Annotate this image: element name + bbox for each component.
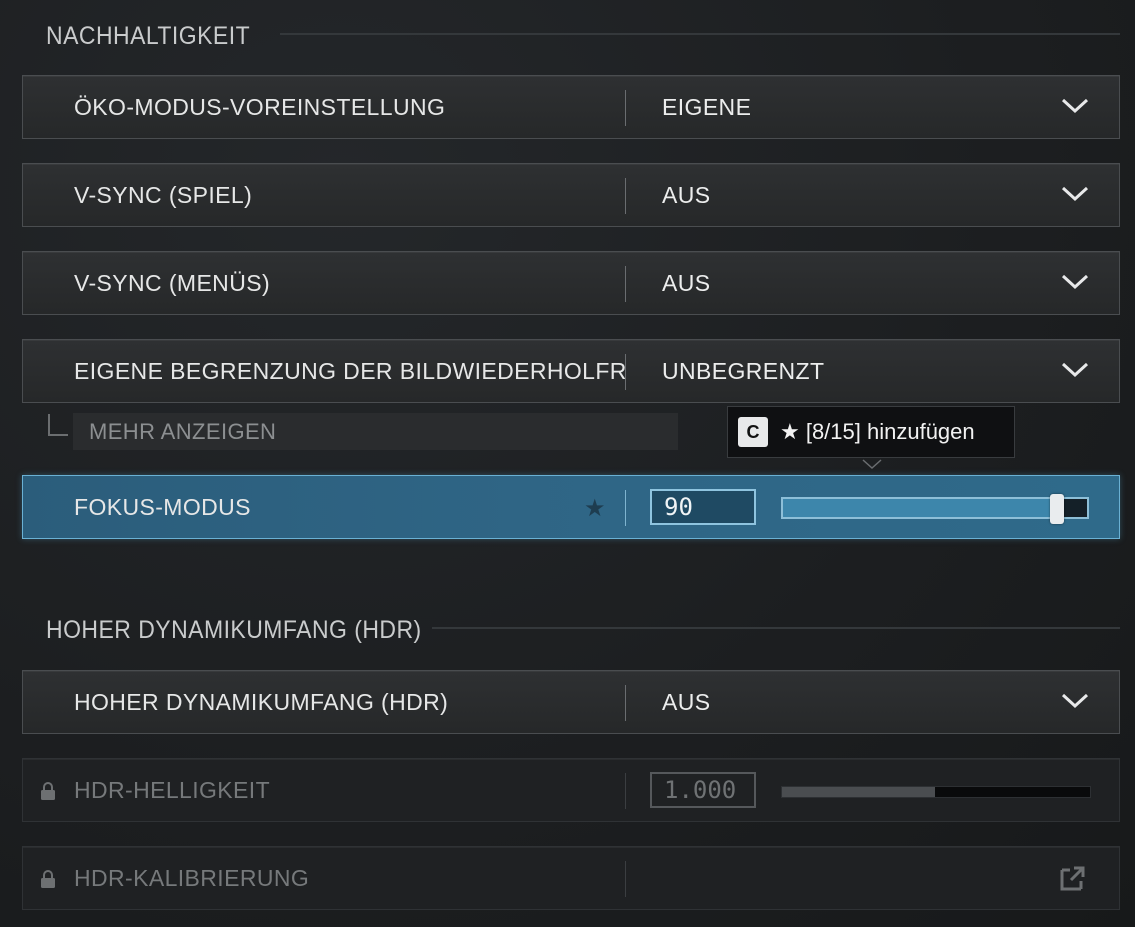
section-title-sustainability: NACHHALTIGKEIT — [46, 18, 250, 54]
setting-vsync-menus[interactable]: V-SYNC (MENÜS) AUS — [22, 251, 1120, 315]
setting-label: V-SYNC (SPIEL) — [74, 181, 253, 208]
row-divider — [625, 773, 626, 809]
section-divider — [432, 627, 1120, 629]
focus-mode-value-input[interactable]: 90 — [650, 489, 756, 525]
tree-corner-icon — [48, 414, 68, 436]
focus-mode-slider[interactable] — [781, 494, 1089, 524]
show-more-label: MEHR ANZEIGEN — [89, 418, 277, 444]
setting-label: ÖKO-MODUS-VOREINSTELLUNG — [74, 93, 446, 120]
row-divider — [625, 490, 626, 526]
key-hint: C — [738, 417, 768, 447]
slider-thumb[interactable] — [1049, 494, 1064, 524]
setting-hdr-calibration: HDR-KALIBRIERUNG — [22, 846, 1120, 910]
setting-label: FOKUS-MODUS — [74, 493, 251, 520]
setting-focus-mode[interactable]: FOKUS-MODUS ★ 90 — [22, 475, 1120, 539]
setting-label: EIGENE BEGRENZUNG DER BILDWIEDERHOLFR — [74, 357, 627, 384]
section-title-hdr: HOHER DYNAMIKUMFANG (HDR) — [46, 612, 422, 648]
setting-label: V-SYNC (MENÜS) — [74, 269, 271, 296]
show-more-button[interactable]: MEHR ANZEIGEN — [73, 413, 678, 450]
row-divider — [625, 266, 626, 302]
row-divider — [625, 354, 626, 390]
row-divider — [625, 861, 626, 897]
tooltip-text: ★ [8/15] hinzufügen — [780, 419, 975, 444]
chevron-down-icon[interactable] — [1061, 98, 1089, 114]
row-divider — [625, 90, 626, 126]
section-divider — [280, 33, 1120, 35]
setting-label: HDR-HELLIGKEIT — [74, 776, 271, 803]
setting-value: AUS — [662, 688, 711, 715]
setting-label: HDR-KALIBRIERUNG — [74, 864, 310, 891]
setting-value: AUS — [662, 181, 711, 208]
chevron-down-icon[interactable] — [1061, 274, 1089, 290]
slider-fill — [783, 499, 1057, 517]
external-link-icon — [1060, 866, 1085, 891]
setting-value: AUS — [662, 269, 711, 296]
chevron-down-icon[interactable] — [1061, 362, 1089, 378]
setting-custom-framerate-limit[interactable]: EIGENE BEGRENZUNG DER BILDWIEDERHOLFR UN… — [22, 339, 1120, 403]
setting-hdr-brightness: HDR-HELLIGKEIT 1.000 — [22, 758, 1120, 822]
tooltip-arrow-icon — [862, 459, 882, 470]
hdr-brightness-value-input: 1.000 — [650, 772, 756, 808]
row-divider — [625, 685, 626, 721]
lock-icon — [41, 870, 55, 888]
setting-label: HOHER DYNAMIKUMFANG (HDR) — [74, 688, 449, 715]
setting-value: UNBEGRENZT — [662, 357, 825, 384]
chevron-down-icon[interactable] — [1061, 186, 1089, 202]
lock-icon — [41, 782, 55, 800]
setting-hdr[interactable]: HOHER DYNAMIKUMFANG (HDR) AUS — [22, 670, 1120, 734]
hdr-brightness-slider — [781, 786, 1091, 798]
chevron-down-icon[interactable] — [1061, 693, 1089, 709]
setting-eco-mode-preset[interactable]: ÖKO-MODUS-VOREINSTELLUNG EIGENE — [22, 75, 1120, 139]
star-icon[interactable]: ★ — [584, 494, 606, 523]
row-divider — [625, 178, 626, 214]
slider-fill — [782, 787, 935, 797]
section-title-text: HOHER DYNAMIKUMFANG (HDR) — [46, 615, 422, 644]
setting-value: EIGENE — [662, 93, 752, 120]
section-title-text: NACHHALTIGKEIT — [46, 21, 251, 50]
setting-vsync-game[interactable]: V-SYNC (SPIEL) AUS — [22, 163, 1120, 227]
favorite-tooltip: C ★ [8/15] hinzufügen — [727, 406, 1015, 458]
